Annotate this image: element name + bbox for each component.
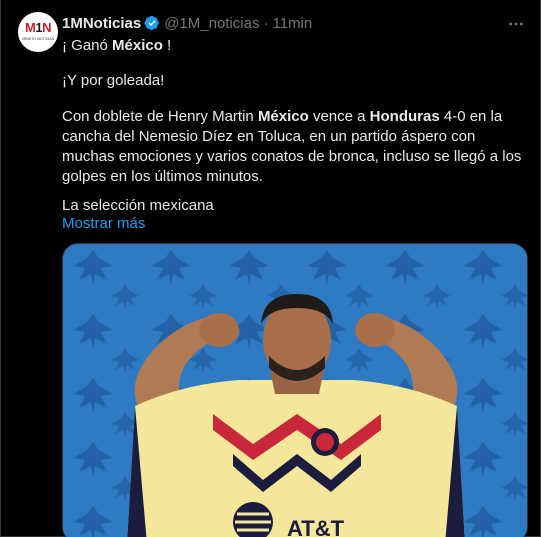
separator: ·: [263, 14, 269, 32]
show-more-link[interactable]: Mostrar más: [62, 214, 145, 234]
timestamp[interactable]: 11min: [272, 15, 312, 32]
tweet-line-3: Con doblete de Henry Martin México vence…: [62, 108, 522, 185]
avatar[interactable]: M1N MINUTO NOTICIAS: [18, 12, 58, 52]
avatar-subtitle: MINUTO NOTICIAS: [22, 37, 54, 41]
tweet-media[interactable]: AT&T: [62, 243, 528, 537]
author-name[interactable]: 1MNoticias: [62, 15, 141, 32]
tweet-header: 1MNoticias @1M_noticias · 11min: [62, 13, 312, 33]
tweet-line-4: La selección mexicana: [62, 197, 214, 214]
media-gif: AT&T: [63, 244, 527, 537]
tweet-card[interactable]: M1N MINUTO NOTICIAS 1MNoticias @1M_notic…: [0, 0, 541, 537]
media-sponsor-text: AT&T: [287, 516, 345, 537]
more-options-icon[interactable]: [506, 14, 526, 34]
tweet-line-1: ¡ Ganó México !: [62, 37, 172, 54]
avatar-logo: M1N: [25, 20, 51, 35]
tweet-line-2: ¡Y por goleada!: [62, 72, 165, 89]
author-handle[interactable]: @1M_noticias: [164, 15, 259, 32]
verified-badge-icon: [144, 15, 160, 31]
